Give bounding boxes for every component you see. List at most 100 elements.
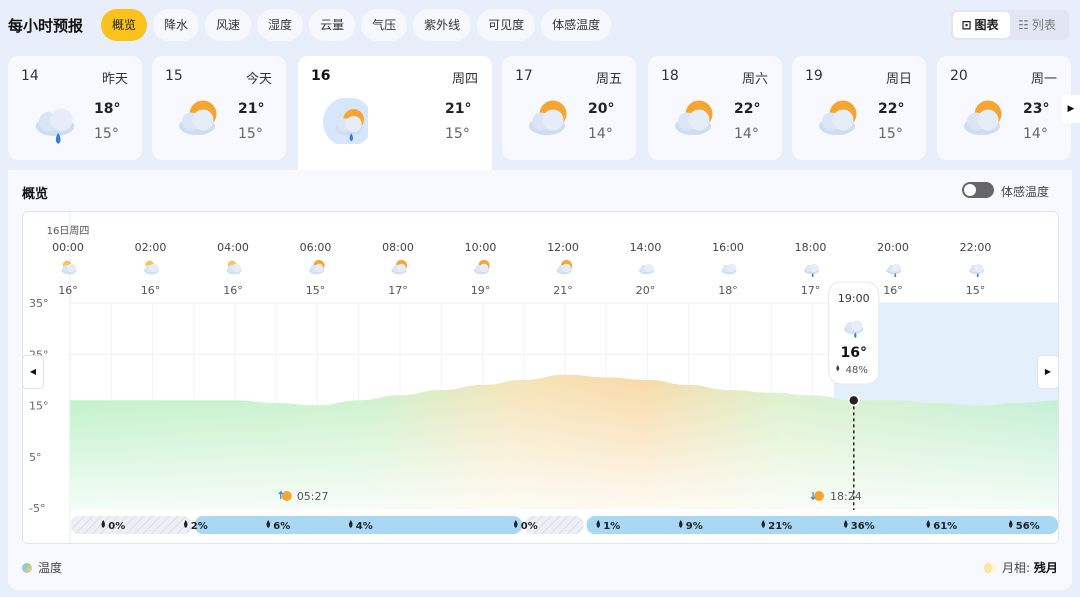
day-number: 16 (311, 68, 331, 84)
chart-view-label: 图表 (974, 18, 999, 32)
partly-cloudy-icon (819, 100, 857, 135)
y-tick-label: 5° (29, 451, 42, 464)
hour-temp: 18° (718, 284, 738, 297)
top-bar: 每小时预报 概览 降水 风速 湿度 云量 气压 紫外线 可见度 体感温度 ⊡ 图表… (0, 0, 1080, 52)
temperature-legend-icon (22, 563, 32, 573)
hour-label: 00:00 (52, 241, 84, 254)
tab-overview[interactable]: 概览 (101, 9, 148, 41)
hour-temp: 15° (306, 284, 326, 297)
day-weekday: 周一 (1030, 72, 1057, 87)
hour-temp: 16° (141, 284, 161, 297)
hour-label: 06:00 (300, 241, 332, 254)
daily-forecast-strip: 14 昨天 18° 15° 15 今天 21° 15° 16 周四 21° 15° 17 周五 20° 14°… (8, 56, 1080, 170)
day-high-temp: 21° (238, 101, 265, 117)
hourly-chart: 16日周四 00:00 16° 02:00 16° 04:00 16° 06:00 15° 08:… (22, 211, 1059, 544)
day-low-temp: 14° (588, 126, 613, 142)
day-number: 14 (21, 68, 39, 84)
precip-label: 61% (933, 521, 957, 532)
night-cloudy-icon (61, 260, 77, 275)
partly-cloudy-icon (179, 100, 217, 135)
rain-icon (969, 263, 984, 278)
tab-visibility[interactable]: 可见度 (477, 9, 536, 41)
hour-label: 02:00 (135, 241, 167, 254)
overview-panel: 概览 体感温度 16日周四 00:00 16° 02:00 16° 04:00 … (8, 170, 1072, 590)
day-card-18[interactable]: 18 周六 22° 14° (648, 56, 782, 160)
precip-wet-segment (586, 516, 1058, 534)
partly-cloudy-icon (529, 100, 567, 135)
day-high-temp: 20° (588, 101, 615, 117)
view-toggle: ⊡ 图表 ☷ 列表 (951, 10, 1069, 40)
hour-label: 20:00 (877, 241, 909, 254)
tab-humidity[interactable]: 湿度 (257, 9, 304, 41)
day-weekday: 今天 (245, 72, 272, 87)
y-tick-label: -5° (29, 502, 45, 515)
partly-cloudy-icon (964, 100, 1002, 135)
hour-label: 10:00 (465, 241, 497, 254)
day-low-temp: 15° (445, 126, 470, 142)
day-high-temp: 18° (94, 101, 121, 117)
moon-phase: 月相: 残月 (984, 559, 1058, 576)
hour-temp: 17° (801, 284, 821, 297)
hour-temp: 17° (388, 284, 408, 297)
tab-bar: 概览 降水 风速 湿度 云量 气压 紫外线 可见度 体感温度 (101, 9, 612, 41)
day-low-temp: 14° (734, 126, 759, 142)
day-card-17[interactable]: 17 周五 20° 14° (502, 56, 636, 160)
chart-scroll-left-button[interactable]: ◀ (23, 355, 44, 389)
rain-icon (804, 263, 819, 278)
day-low-temp: 14° (1023, 126, 1048, 142)
partly-cloudy-icon (675, 100, 713, 135)
page-title: 每小时预报 (8, 17, 84, 35)
hour-temp: 21° (553, 284, 573, 297)
chart-legend: 温度 (22, 559, 62, 576)
hour-label: 18:00 (795, 241, 827, 254)
day-high-temp: 22° (734, 101, 761, 117)
tab-wind[interactable]: 风速 (205, 9, 252, 41)
day-card-15[interactable]: 15 今天 21° 15° (152, 56, 286, 160)
chart-view-button[interactable]: ⊡ 图表 (953, 12, 1010, 38)
day-low-temp: 15° (878, 126, 903, 142)
tab-cloud[interactable]: 云量 (309, 9, 356, 41)
tab-precipitation[interactable]: 降水 (153, 9, 200, 41)
cloudy-icon (721, 263, 737, 275)
hour-label: 04:00 (217, 241, 249, 254)
feels-like-label: 体感温度 (1001, 185, 1050, 199)
partly-cloudy-icon (309, 259, 325, 275)
feels-like-toggle[interactable] (962, 182, 994, 198)
hour-temp: 15° (966, 284, 986, 297)
precip-label: 56% (1016, 521, 1040, 532)
precip-label: 0% (521, 521, 538, 532)
day-night-rain-icon (323, 98, 368, 144)
list-view-button[interactable]: ☷ 列表 (1010, 12, 1067, 38)
next-days-button[interactable]: ▶ (1062, 95, 1080, 123)
chart-icon: ⊡ (961, 18, 972, 32)
day-high-temp: 22° (878, 101, 905, 117)
day-number: 20 (950, 68, 968, 84)
sunrise-time: 05:27 (297, 490, 329, 503)
precip-label: 6% (273, 521, 290, 532)
rain-cloud-icon (35, 108, 75, 144)
day-card-19[interactable]: 19 周日 22° 15° (792, 56, 926, 160)
chart-scroll-right-button[interactable]: ▶ (1037, 355, 1058, 389)
y-tick-label: 35° (29, 297, 49, 310)
tab-pressure[interactable]: 气压 (361, 9, 408, 41)
hour-label: 16:00 (712, 241, 744, 254)
tab-uv[interactable]: 紫外线 (413, 9, 472, 41)
day-card-16[interactable]: 16 周四 21° 15° (298, 56, 492, 170)
day-card-14[interactable]: 14 昨天 18° 15° (8, 56, 142, 160)
y-tick-label: 15° (29, 400, 49, 413)
day-number: 19 (805, 68, 823, 84)
day-number: 18 (661, 68, 679, 84)
tab-feels-like[interactable]: 体感温度 (541, 9, 612, 41)
hourly-chart-svg: 16日周四 00:00 16° 02:00 16° 04:00 16° 06:00 15° 08:… (29, 212, 1058, 543)
hour-label: 14:00 (630, 241, 662, 254)
day-card-20[interactable]: 20 周一 23° 14° (937, 56, 1071, 160)
cloudy-icon (639, 263, 654, 275)
day-weekday: 周五 (595, 72, 622, 87)
day-weekday: 昨天 (101, 72, 128, 87)
hour-label: 08:00 (382, 241, 414, 254)
day-low-temp: 15° (94, 126, 119, 142)
sunset-icon (814, 491, 824, 501)
moon-label: 月相: (1002, 561, 1031, 575)
list-view-label: 列表 (1031, 18, 1056, 32)
overview-title: 概览 (22, 187, 49, 202)
